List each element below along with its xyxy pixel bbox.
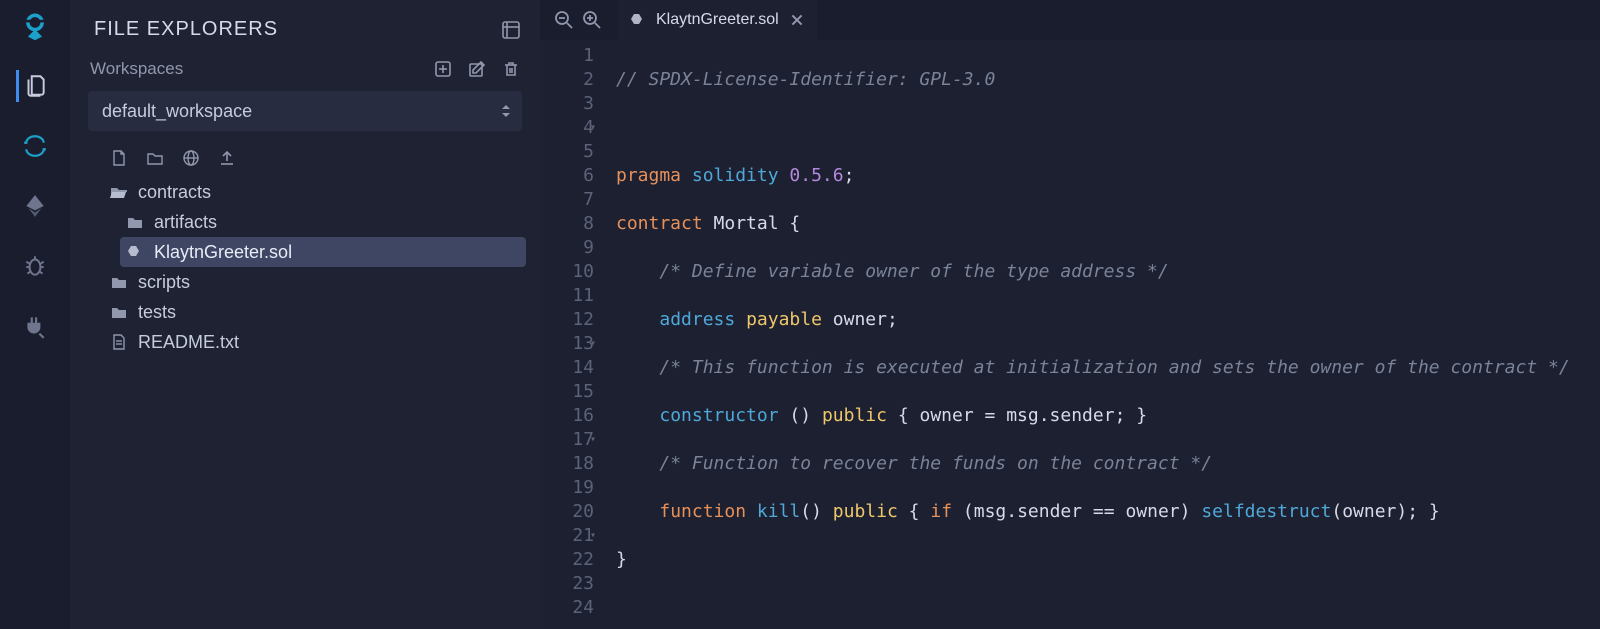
tree-label: KlaytnGreeter.sol	[154, 242, 292, 263]
zoom-out-icon[interactable]	[554, 10, 574, 30]
folder-scripts[interactable]: scripts	[104, 267, 526, 297]
new-folder-icon[interactable]	[146, 149, 164, 167]
compile-nav-icon[interactable]	[19, 130, 51, 162]
tab-filename: KlaytnGreeter.sol	[656, 11, 779, 29]
folder-open-icon	[110, 183, 128, 201]
editor-tab[interactable]: KlaytnGreeter.sol	[618, 0, 817, 40]
folder-icon	[126, 213, 144, 231]
solidity-file-icon	[126, 243, 144, 261]
file-explorer-nav-icon[interactable]	[16, 70, 48, 102]
folder-artifacts[interactable]: artifacts	[120, 207, 526, 237]
folder-icon	[110, 273, 128, 291]
gist-icon[interactable]	[182, 149, 200, 167]
file-explorer-panel: FILE EXPLORERS Workspaces default_worksp…	[70, 0, 540, 629]
code-content: // SPDX-License-Identifier: GPL-3.0 prag…	[606, 40, 1600, 629]
folder-tests[interactable]: tests	[104, 297, 526, 327]
workspaces-label: Workspaces	[90, 59, 183, 79]
workspace-select[interactable]: default_workspace	[88, 91, 522, 131]
app-logo-icon[interactable]	[19, 10, 51, 42]
deploy-nav-icon[interactable]	[19, 190, 51, 222]
debug-nav-icon[interactable]	[19, 250, 51, 282]
tree-label: README.txt	[138, 332, 239, 353]
workspace-select-value: default_workspace	[102, 101, 252, 122]
rename-workspace-icon[interactable]	[468, 60, 486, 78]
code-editor[interactable]: 1 2 3 4 5 6 7 8 9 10 11 12 13 14 15 16 1…	[540, 40, 1600, 629]
upload-icon[interactable]	[218, 149, 236, 167]
close-tab-icon[interactable]	[789, 12, 805, 28]
new-file-icon[interactable]	[110, 149, 128, 167]
delete-workspace-icon[interactable]	[502, 60, 520, 78]
line-gutter: 1 2 3 4 5 6 7 8 9 10 11 12 13 14 15 16 1…	[540, 40, 606, 629]
editor-area: KlaytnGreeter.sol 1 2 3 4 5 6 7 8 9 10 1…	[540, 0, 1600, 629]
folder-contracts[interactable]: contracts	[104, 177, 526, 207]
tree-label: artifacts	[154, 212, 217, 233]
file-readme[interactable]: README.txt	[104, 327, 526, 357]
plugin-nav-icon[interactable]	[19, 310, 51, 342]
tree-label: tests	[138, 302, 176, 323]
file-tree: contracts artifacts KlaytnGreeter.sol sc…	[84, 177, 526, 357]
zoom-in-icon[interactable]	[582, 10, 602, 30]
tree-label: scripts	[138, 272, 190, 293]
nav-strip	[0, 0, 70, 629]
select-caret-icon	[500, 102, 512, 120]
add-workspace-icon[interactable]	[434, 60, 452, 78]
file-icon	[110, 333, 128, 351]
solidity-file-icon	[630, 12, 646, 28]
file-greeter[interactable]: KlaytnGreeter.sol	[120, 237, 526, 267]
panel-title: FILE EXPLORERS	[94, 18, 278, 41]
folder-icon	[110, 303, 128, 321]
tree-label: contracts	[138, 182, 211, 203]
docs-icon[interactable]	[500, 19, 522, 41]
